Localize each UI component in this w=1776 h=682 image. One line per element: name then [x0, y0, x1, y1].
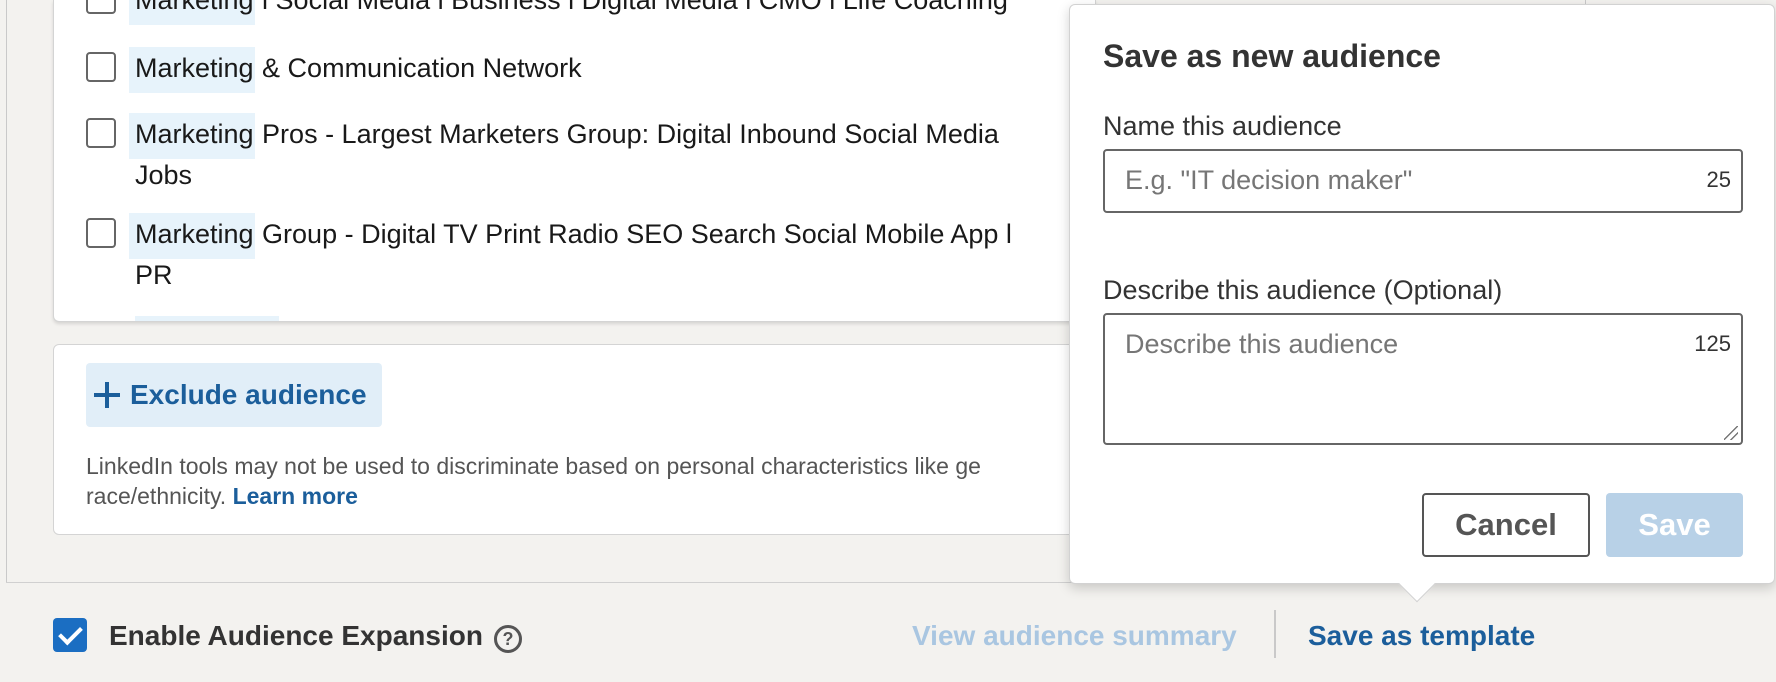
group-name-continued: Jobs — [135, 160, 193, 190]
disclaimer-text-continued: race/ethnicity. — [86, 483, 227, 509]
group-name: Pros - Largest Marketers Group: Digital … — [254, 119, 999, 149]
name-char-counter: 25 — [1706, 167, 1731, 192]
describe-field-label: Describe this audience (Optional) — [1103, 275, 1503, 305]
group-name: & Communication Network — [254, 53, 582, 83]
audience-expansion-label[interactable]: Enable Audience Expansion — [109, 616, 483, 656]
discrimination-disclaimer: LinkedIn tools may not be used to discri… — [86, 451, 1066, 511]
describe-input-box[interactable]: 125 — [1103, 313, 1743, 445]
exclude-audience-label: Exclude audience — [130, 379, 367, 410]
list-item[interactable]: Marketing Group - Digital TV Print Radio… — [129, 213, 1095, 259]
audience-name-input[interactable] — [1125, 165, 1665, 196]
learn-more-link[interactable]: Learn more — [233, 483, 358, 509]
campaign-audience-page: Marketing l Social Media l Business l Di… — [0, 0, 1776, 682]
group-checkbox[interactable] — [86, 118, 116, 148]
save-audience-popover: Save as new audience Name this audience … — [1069, 4, 1775, 584]
group-name: l Social Media l Business l Digital Medi… — [254, 0, 1008, 15]
search-match-highlight: Marketing — [129, 0, 255, 25]
group-results-list[interactable]: Marketing l Social Media l Business l Di… — [53, 0, 1096, 322]
save-button[interactable]: Save — [1606, 493, 1743, 557]
resize-handle-icon[interactable] — [1724, 426, 1738, 440]
help-icon[interactable]: ? — [494, 625, 522, 653]
footer-divider — [1274, 610, 1276, 658]
group-checkbox[interactable] — [86, 218, 116, 248]
group-checkbox[interactable] — [86, 52, 116, 82]
audience-footer: Enable Audience Expansion ? View audienc… — [6, 582, 1586, 682]
search-match-highlight: Marketing — [129, 213, 255, 259]
disclaimer-text: LinkedIn tools may not be used to discri… — [86, 453, 981, 479]
name-input-box[interactable]: 25 — [1103, 149, 1743, 213]
group-checkbox[interactable] — [86, 0, 116, 14]
search-match-highlight: Marketing — [129, 113, 255, 159]
list-item[interactable]: Marketing & Communication Network — [129, 47, 1095, 93]
list-item[interactable]: Marketing Pros - Largest Marketers Group… — [129, 113, 1095, 159]
list-item[interactable]: Marketing l Social Media l Business l Di… — [129, 0, 1095, 25]
describe-char-counter: 125 — [1694, 331, 1731, 356]
exclude-audience-card: Exclude audience LinkedIn tools may not … — [53, 344, 1096, 535]
save-as-template-link[interactable]: Save as template — [1308, 616, 1535, 656]
group-name-continued: PR — [135, 260, 173, 290]
popover-title: Save as new audience — [1103, 38, 1441, 74]
cancel-button[interactable]: Cancel — [1422, 493, 1590, 557]
group-name: Group - Digital TV Print Radio SEO Searc… — [254, 219, 1012, 249]
audience-description-textarea[interactable] — [1125, 329, 1665, 391]
search-match-highlight: Marketing — [129, 47, 255, 93]
name-field-label: Name this audience — [1103, 111, 1342, 141]
audience-expansion-checkbox[interactable] — [53, 618, 87, 652]
plus-icon — [94, 382, 120, 408]
exclude-audience-button[interactable]: Exclude audience — [86, 363, 382, 427]
next-item-highlight — [135, 316, 279, 321]
view-audience-summary-link[interactable]: View audience summary — [912, 616, 1237, 656]
